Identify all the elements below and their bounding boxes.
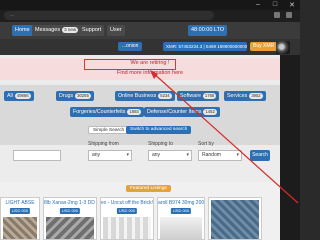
- category-label: Services: [227, 93, 248, 99]
- xmr-rate: XMR: 57453234.3 | 5469 1989006000000: [163, 42, 247, 51]
- listing-price: USD 000: [170, 208, 192, 214]
- category-count: 1452: [203, 109, 217, 115]
- retirement-alert: We are retiring ! Find more information …: [0, 58, 300, 80]
- listing-title[interactable]: LIGHT ABSE: [1, 200, 39, 206]
- maximize-icon[interactable]: □: [271, 1, 279, 9]
- listing-card[interactable]: 8lb Xanax-2mg 1-3 DD US- USD 000: [43, 197, 97, 240]
- category-software[interactable]: Software 1765: [177, 91, 220, 101]
- nav-messages[interactable]: Messages 3 new: [32, 25, 82, 36]
- sort-by-select[interactable]: Random: [198, 150, 242, 161]
- extension-icon[interactable]: [274, 12, 280, 18]
- listing-title[interactable]: aroll B974 30mg 200 +FREE: [158, 200, 204, 206]
- category-label: Defense/Counter Items: [147, 109, 202, 115]
- category-label: Drugs: [59, 93, 74, 99]
- messages-badge: 3 new: [62, 27, 79, 33]
- category-count: 3952: [249, 93, 263, 99]
- category-label: All: [7, 93, 13, 99]
- category-count: 30265: [75, 93, 91, 99]
- tab-simple-search[interactable]: Simple Search: [88, 126, 130, 134]
- listing-card[interactable]: aroll B974 30mg 200 +FREE USD 000: [157, 197, 205, 240]
- listing-title[interactable]: 8lb Xanax-2mg 1-3 DD US-: [44, 200, 96, 206]
- onion-address: ...onion: [118, 42, 143, 51]
- category-label: Software: [180, 93, 201, 99]
- category-count: 1765: [202, 93, 217, 99]
- minimize-icon[interactable]: –: [254, 1, 262, 9]
- right-dark-strip: [280, 55, 300, 240]
- site-nav: Home Messages 3 new Support User 48:00:00…: [0, 22, 300, 39]
- window-controls: – □ ✕: [254, 1, 296, 9]
- browser-chrome: ... – □ ✕: [0, 0, 300, 22]
- nav-support[interactable]: Support: [79, 25, 105, 36]
- listing-image[interactable]: [160, 217, 202, 239]
- listing-card[interactable]: [208, 197, 262, 240]
- listing-card[interactable]: ex - Uncut off the Brick! PU USD 000: [100, 197, 154, 240]
- category-online-business[interactable]: Online Business 5234: [115, 91, 175, 101]
- listing-title[interactable]: ex - Uncut off the Brick! PU: [101, 200, 153, 206]
- sort-by-label: Sort by: [198, 141, 214, 147]
- shipping-to-label: Shipping to: [148, 141, 174, 147]
- nav-timer: 48:00:00 LTO: [188, 25, 228, 36]
- category-services[interactable]: Services 3952: [224, 91, 266, 101]
- listing-image[interactable]: [103, 217, 151, 239]
- category-defense[interactable]: Defense/Counter Items 1452: [144, 107, 220, 117]
- category-count: 1893: [127, 109, 141, 115]
- buy-xmr-button[interactable]: Buy XMR: [250, 42, 278, 51]
- listing-price: USD 000: [59, 208, 81, 214]
- shipping-from-label: Shipping from: [88, 141, 119, 147]
- category-count: 5234: [158, 93, 172, 99]
- screenshot-root: ... – □ ✕ Home Messages 3 new Support Use…: [0, 0, 300, 240]
- shipping-from-select[interactable]: any: [88, 150, 132, 161]
- nav-user[interactable]: User: [107, 25, 125, 36]
- search-button[interactable]: Search: [250, 150, 270, 161]
- site-logo: [276, 41, 290, 54]
- category-count: 49866: [14, 93, 31, 99]
- shipping-to-select[interactable]: any: [148, 150, 192, 161]
- address-bar[interactable]: ...: [4, 11, 214, 20]
- listing-price: USD 000: [116, 208, 138, 214]
- category-all[interactable]: All 49866: [4, 91, 34, 101]
- category-forgeries[interactable]: Forgeries/Counterfeits 1893: [70, 107, 144, 117]
- category-drugs[interactable]: Drugs 30265: [56, 91, 94, 101]
- featured-title: Featured Listings: [126, 185, 171, 192]
- nav-messages-label: Messages: [35, 27, 61, 33]
- category-label: Online Business: [118, 93, 157, 99]
- listing-card[interactable]: LIGHT ABSE USD 000: [0, 197, 40, 240]
- info-bar: ...onion XMR: 57453234.3 | 5469 19890060…: [0, 39, 300, 55]
- menu-icon[interactable]: [286, 12, 292, 18]
- alert-title: We are retiring !: [130, 60, 170, 66]
- page-body: We are retiring ! Find more information …: [0, 55, 300, 240]
- tab-advanced-search[interactable]: Switch to advanced search: [126, 126, 192, 134]
- listing-image[interactable]: [46, 217, 94, 239]
- extension-icons: [274, 12, 292, 18]
- category-label: Forgeries/Counterfeits: [73, 109, 126, 115]
- search-input[interactable]: [13, 150, 61, 161]
- listing-image[interactable]: [211, 200, 259, 239]
- listing-image[interactable]: [3, 217, 37, 239]
- close-icon[interactable]: ✕: [288, 1, 296, 9]
- category-bar: All 49866 Drugs 30265 Online Business 5234 …: [0, 85, 300, 145]
- alert-link[interactable]: Find more information here: [0, 70, 300, 76]
- listing-price: USD 000: [9, 208, 31, 214]
- nav-home[interactable]: Home: [12, 25, 33, 36]
